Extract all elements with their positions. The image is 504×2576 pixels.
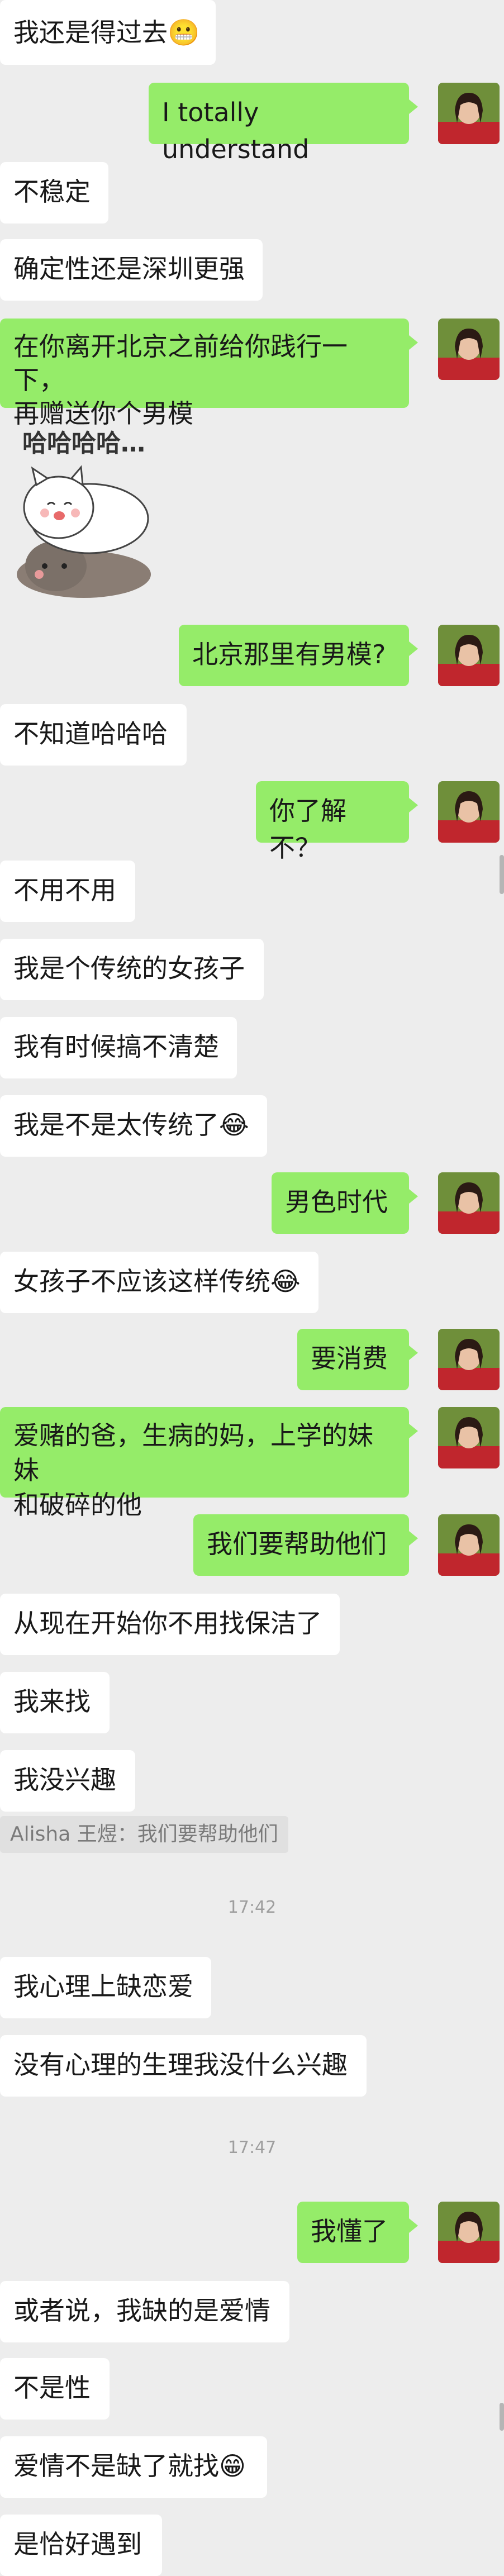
message-bubble[interactable]: 是恰好遇到 [0, 2515, 162, 2576]
user-avatar-icon[interactable] [438, 1329, 500, 1390]
sticker-caption: 哈哈哈哈… [22, 429, 145, 458]
cat-sticker-icon[interactable]: 哈哈哈哈… [6, 424, 173, 602]
message-bubble[interactable]: 北京那里有男模? [179, 625, 418, 686]
user-avatar-icon[interactable] [438, 1407, 500, 1468]
message-bubble[interactable]: 女孩子不应该这样传统😂 [0, 1252, 318, 1313]
message-bubble[interactable]: 我们要帮助他们 [193, 1514, 418, 1576]
user-avatar-icon[interactable] [438, 83, 500, 144]
message-bubble[interactable]: 要消费 [297, 1329, 418, 1390]
message-bubble[interactable]: 我是个传统的女孩子 [0, 939, 264, 1000]
message-bubble[interactable]: 没有心理的生理我没什么兴趣 [0, 2035, 367, 2097]
message-bubble[interactable]: 我有时候搞不清楚 [0, 1017, 237, 1078]
timestamp: 17:47 [227, 2138, 277, 2157]
scrollbar-thumb-lower[interactable] [500, 2403, 504, 2431]
message-bubble[interactable]: 你了解不？ [256, 781, 418, 863]
message-bubble[interactable]: 男色时代 [272, 1172, 418, 1234]
message-bubble[interactable]: I totally understand [149, 83, 418, 164]
timestamp: 17:42 [227, 1898, 277, 1917]
scrollbar-thumb[interactable] [500, 855, 504, 894]
message-bubble[interactable]: 或者说，我缺的是爱情 [0, 2281, 289, 2342]
message-bubble[interactable]: 爱情不是缺了就找😁 [0, 2436, 267, 2498]
user-avatar-icon[interactable] [438, 1514, 500, 1576]
message-bubble[interactable]: 我心理上缺恋爱 [0, 1957, 211, 2018]
user-avatar-icon[interactable] [438, 2202, 500, 2263]
quoted-message[interactable]: Alisha 王煜：我们要帮助他们 [0, 1816, 288, 1853]
message-bubble[interactable]: 不稳定 [0, 162, 108, 224]
message-bubble[interactable]: 我懂了 [297, 2202, 418, 2263]
message-bubble[interactable]: 我是不是太传统了😂 [0, 1095, 267, 1157]
message-bubble[interactable]: 不知道哈哈哈 [0, 704, 187, 766]
user-avatar-icon[interactable] [438, 1172, 500, 1234]
message-bubble[interactable]: 爱赌的爸，生病的妈，上学的妹妹 和破碎的他 [0, 1407, 418, 1520]
message-bubble[interactable]: 确定性还是深圳更强 [0, 239, 263, 301]
message-bubble[interactable]: 在你离开北京之前给你践行一下， 再赠送你个男模 [0, 319, 418, 429]
message-bubble[interactable]: 不用不用 [0, 861, 135, 922]
message-bubble[interactable]: 我来找 [0, 1672, 110, 1733]
message-bubble[interactable]: 我没兴趣 [0, 1750, 135, 1812]
user-avatar-icon[interactable] [438, 319, 500, 380]
user-avatar-icon[interactable] [438, 625, 500, 686]
message-bubble[interactable]: 不是性 [0, 2358, 110, 2420]
message-bubble[interactable]: 我还是得过去😬 [0, 0, 216, 65]
message-bubble[interactable]: 从现在开始你不用找保洁了 [0, 1594, 340, 1655]
user-avatar-icon[interactable] [438, 781, 500, 843]
